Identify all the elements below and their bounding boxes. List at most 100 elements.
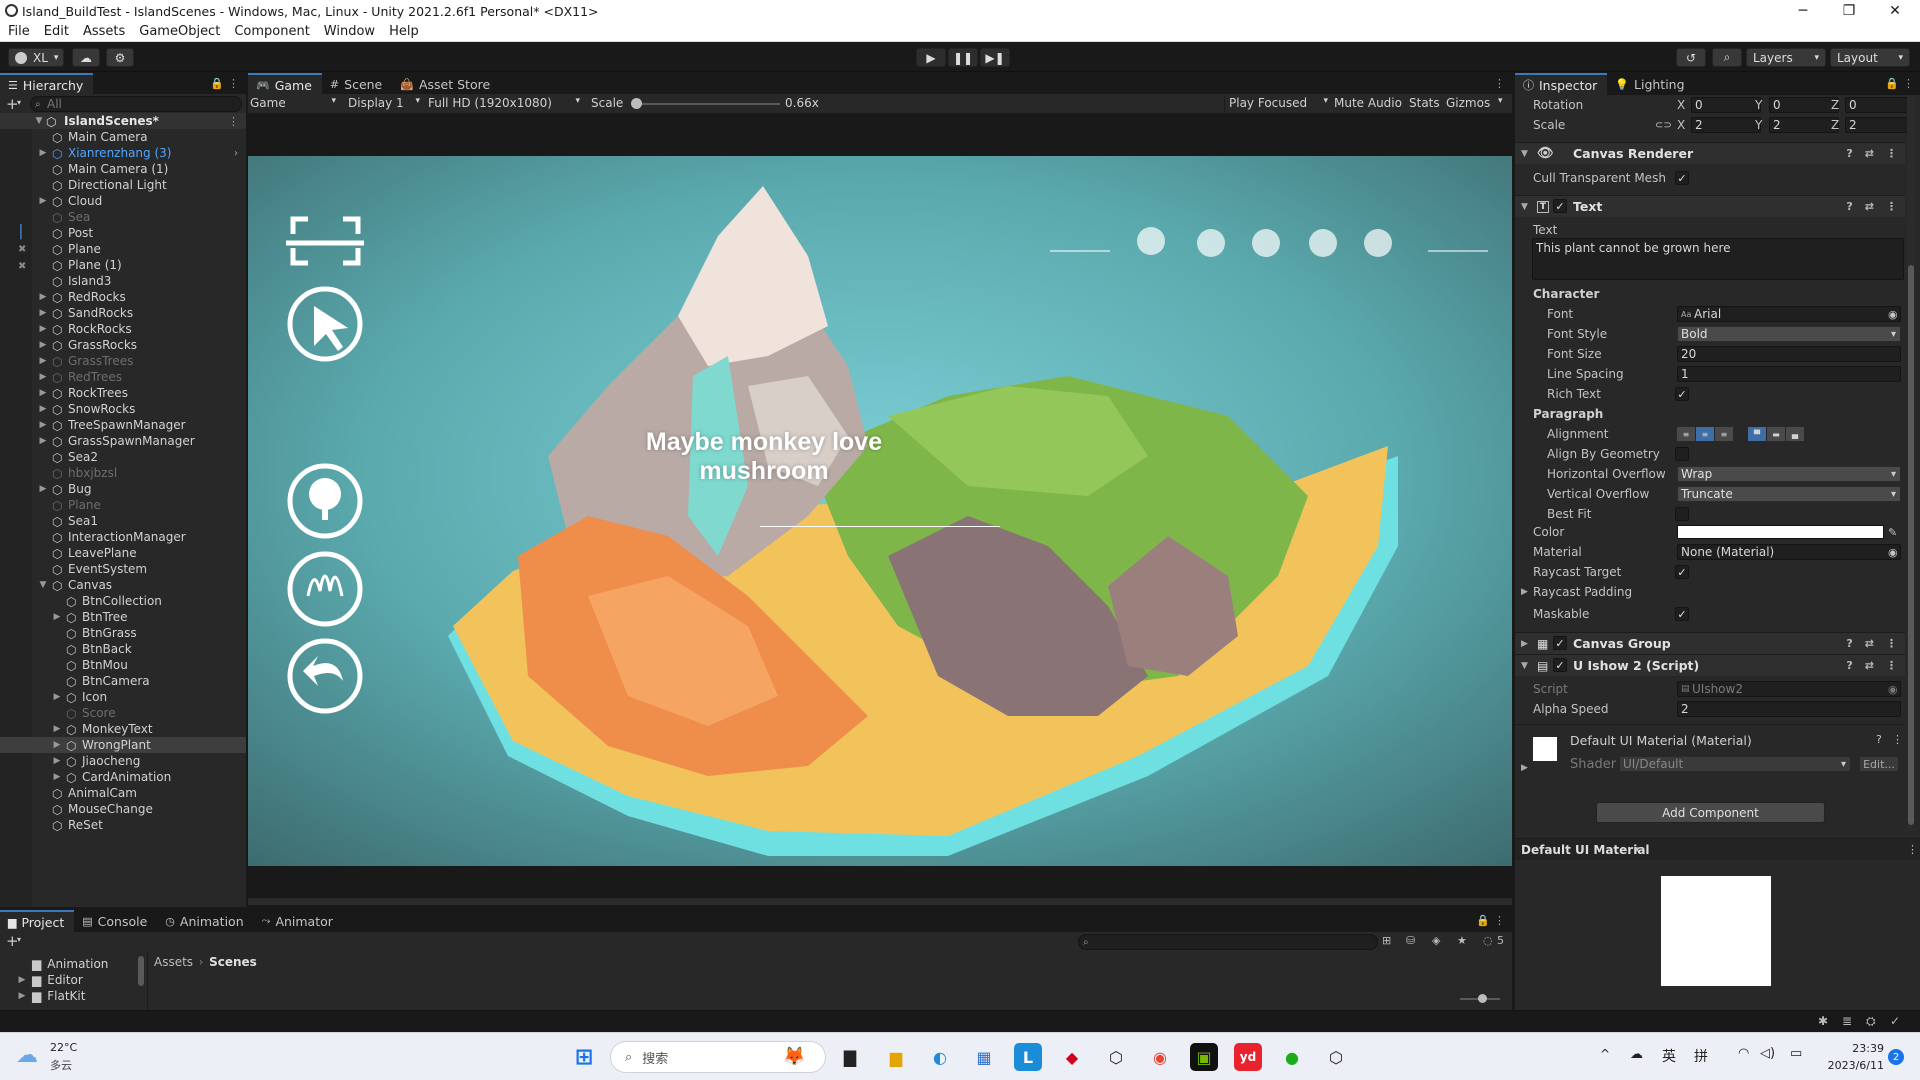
expand-arrow[interactable]: ▼ [1521,202,1528,212]
tab-hierarchy[interactable]: ☰ Hierarchy [0,73,94,95]
close-icon[interactable]: ✕ [1872,0,1918,22]
collapsed-arrow[interactable]: ▶ [38,484,48,494]
align-left-icon[interactable]: ≡ [1677,427,1695,441]
bug-icon[interactable]: ✱ [1818,1014,1828,1028]
collapsed-arrow[interactable]: ▶ [52,724,62,734]
prefab-open-icon[interactable]: › [234,148,238,159]
collapsed-arrow[interactable]: ▶ [38,372,48,382]
youdao-icon[interactable]: yd [1234,1043,1262,1071]
menu-help[interactable]: Help [389,24,419,39]
collapsed-arrow[interactable]: ▶ [18,991,26,1001]
add-component-button[interactable]: Add Component [1596,802,1825,823]
hierarchy-item[interactable]: ▶ ⬡ TreeSpawnManager [0,417,246,433]
rich-text-checkbox[interactable]: ✓ [1675,387,1689,401]
menu-file[interactable]: File [8,24,30,39]
preset-icon[interactable]: ⇄ [1865,637,1874,650]
volume-icon[interactable]: ◁) [1760,1046,1775,1061]
best-fit-checkbox[interactable] [1675,507,1689,521]
scale-y-field[interactable]: 2 [1769,117,1839,133]
chrome-icon[interactable]: ◉ [1146,1043,1174,1071]
step-button[interactable]: ▶❚ [980,48,1010,67]
cloud-icon[interactable]: ☁ [72,48,100,67]
folder-item[interactable]: ▶ ▆ FlatKit [18,988,86,1004]
font-size-field[interactable]: 20 [1677,346,1901,362]
hierarchy-item[interactable]: ▶ ⬡ BtnTree [0,609,246,625]
help-icon[interactable]: ? [1876,733,1882,746]
horizontal-scrollbar[interactable] [248,898,1512,905]
maskable-checkbox[interactable]: ✓ [1675,607,1689,621]
weather-icon[interactable]: ☁ [16,1043,38,1068]
wifi-icon[interactable]: ◠ [1738,1046,1749,1061]
preview-menu-icon[interactable]: ⋮ [1907,843,1918,856]
rotation-y-field[interactable]: 0 [1769,97,1839,113]
folder-item[interactable]: ▆ Animation [18,956,108,972]
preset-icon[interactable]: ⇄ [1865,200,1874,213]
pause-button[interactable]: ❚❚ [948,48,978,67]
collapsed-arrow[interactable]: ▶ [1521,587,1528,597]
hierarchy-item[interactable]: ⬡ Score [0,705,246,721]
expand-arrow[interactable]: ▼ [34,116,44,126]
collapsed-arrow[interactable]: ▶ [52,692,62,702]
folder-item[interactable]: ▶ ▆ Editor [18,972,83,988]
breadcrumb-scenes[interactable]: Scenes [209,955,257,969]
panel-menu-icon[interactable]: ⋮ [1494,914,1505,927]
edge-icon[interactable]: ◐ [926,1043,954,1071]
hierarchy-item[interactable]: ⬡ hbxjbzsl [0,465,246,481]
hierarchy-item[interactable]: ▶ ⬡ RedTrees [0,369,246,385]
shader-dropdown[interactable]: UI/Default [1619,756,1851,772]
icon-size-slider[interactable] [1460,994,1500,1003]
hierarchy-item[interactable]: ▶ ⬡ RedRocks [0,289,246,305]
hierarchy-item[interactable]: ▶ ⬡ Bug [0,481,246,497]
hierarchy-item[interactable]: ⬡ Plane [0,241,246,257]
unity-editor-icon[interactable]: ⬡ [1322,1043,1350,1071]
collapsed-arrow[interactable]: ▶ [38,388,48,398]
h-overflow-dropdown[interactable]: Wrap [1677,466,1901,482]
hierarchy-item[interactable]: ⬡ BtnCamera [0,673,246,689]
unity-hub-icon[interactable]: ⬡ [1102,1043,1130,1071]
align-bottom-icon[interactable]: ▄ [1786,427,1804,441]
inspector-scrollbar[interactable] [1907,95,1915,830]
menu-edit[interactable]: Edit [44,24,69,39]
mute-audio-toggle[interactable]: Mute Audio [1334,96,1402,110]
font-style-dropdown[interactable]: Bold [1677,326,1901,342]
lock-icon[interactable]: 🔒 [210,77,224,90]
chevron-down-icon[interactable]: ▾ [17,935,21,944]
scene-root[interactable]: ▼ ⬡ IslandScenes* ⋮ [0,113,246,129]
hierarchy-item[interactable]: ⬡ BtnMou [0,657,246,673]
eyedropper-icon[interactable]: ✎ [1888,526,1897,539]
lark-icon[interactable]: L [1014,1043,1042,1071]
lock-icon[interactable]: 🔒 [1476,914,1490,927]
collapsed-arrow[interactable]: ▶ [52,756,62,766]
ime-mode[interactable]: 拼 [1694,1046,1708,1066]
hierarchy-item[interactable]: ⬡ InteractionManager [0,529,246,545]
hierarchy-item[interactable]: ▶ ⬡ GrassSpawnManager [0,433,246,449]
scale-z-field[interactable]: 2 [1845,117,1915,133]
hierarchy-item[interactable]: ⬡ Sea2 [0,449,246,465]
collapsed-arrow[interactable]: ▶ [1521,763,1528,773]
align-middle-icon[interactable]: ▬ [1767,427,1785,441]
text-component-header[interactable]: ▼ T ✓ Text ? ⇄ ⋮ [1515,195,1905,217]
task-view-icon[interactable]: ▇ [836,1043,864,1071]
store-icon[interactable]: ▦ [970,1043,998,1071]
cache-icon[interactable]: ⛭ [1866,1014,1876,1029]
tab-inspector[interactable]: ⓘ Inspector [1515,73,1608,95]
hierarchy-item[interactable]: ⬡ Directional Light [0,177,246,193]
align-right-icon[interactable]: ≡ [1715,427,1733,441]
object-picker-icon[interactable]: ◉ [1888,546,1898,559]
raycast-target-checkbox[interactable]: ✓ [1675,565,1689,579]
clock-time[interactable]: 23:39 [1824,1042,1884,1055]
expand-arrow[interactable]: ▼ [1521,661,1528,671]
help-icon[interactable]: ? [1846,200,1852,213]
hierarchy-item[interactable]: ▶ ⬡ SandRocks [0,305,246,321]
preset-icon[interactable]: ⇄ [1865,659,1874,672]
tab-asset-store[interactable]: 👜 Asset Store [392,73,500,95]
hierarchy-item[interactable]: ▶ ⬡ WrongPlant [0,737,246,753]
hierarchy-item[interactable]: ⬡ BtnBack [0,641,246,657]
folder-tree-scroll-thumb[interactable] [138,956,144,986]
component-menu-icon[interactable]: ⋮ [1886,659,1897,672]
tab-project[interactable]: ▆ Project [0,910,75,932]
align-top-icon[interactable]: ▀ [1748,427,1766,441]
ime-lang[interactable]: 英 [1662,1046,1676,1066]
canvas-group-checkbox[interactable]: ✓ [1553,636,1567,650]
hierarchy-item[interactable]: ▶ ⬡ GrassRocks [0,337,246,353]
